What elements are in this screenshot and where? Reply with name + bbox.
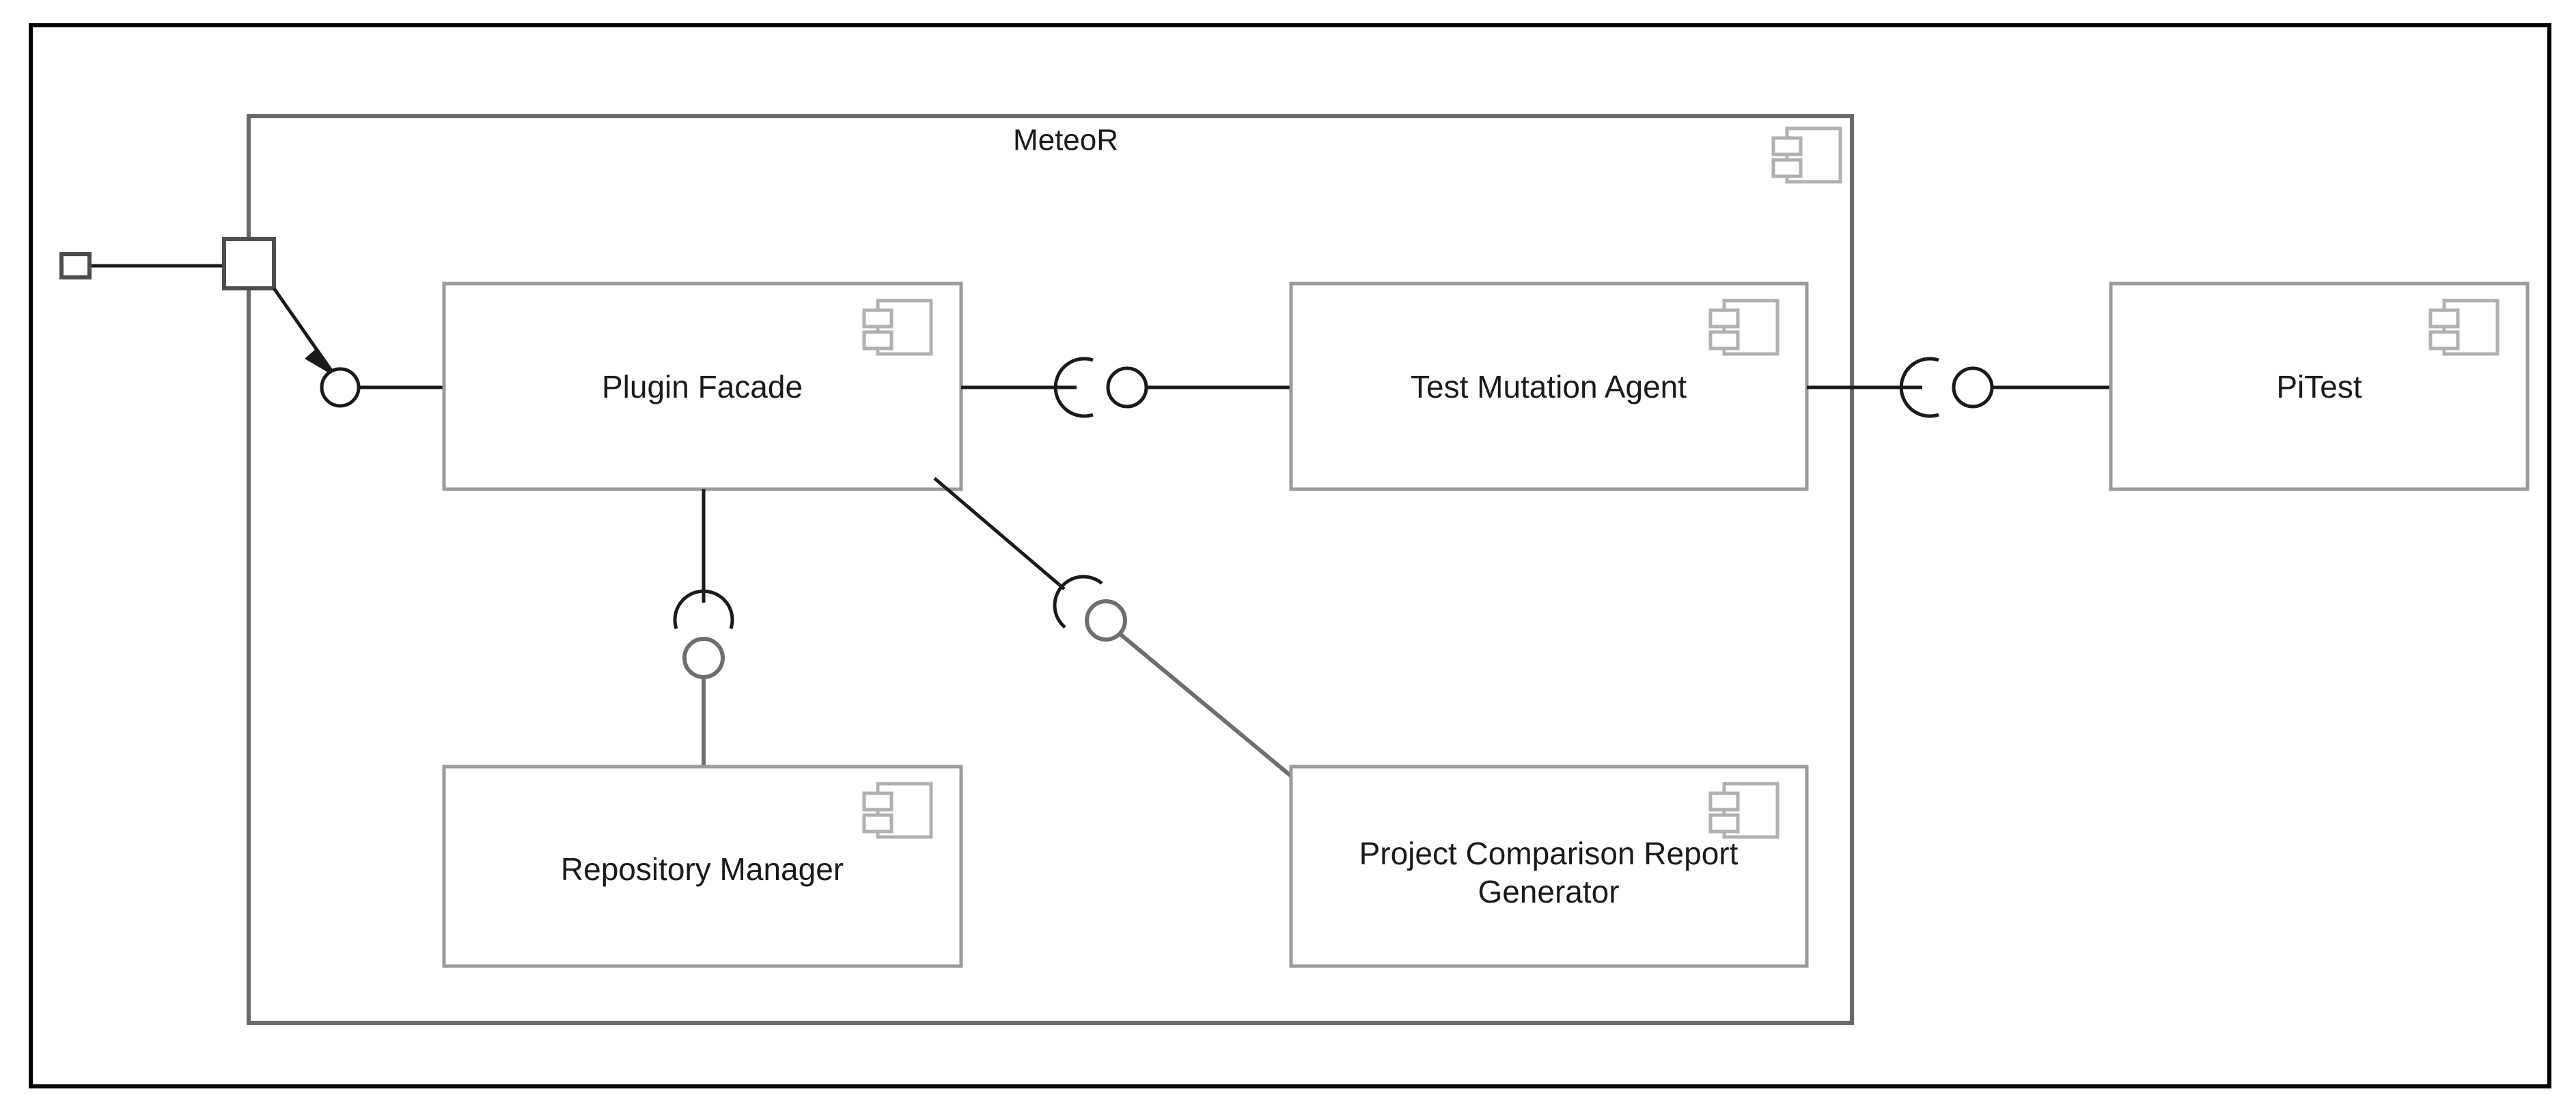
uml-component-diagram: MeteoR Plugin Facade Test Mutation Agent… [0,0,2576,1098]
component-icon [1771,126,1842,184]
interface-ball-3-icon[interactable] [682,637,725,679]
component-pitest[interactable]: PiTest [2109,282,2530,491]
diagram-canvas: MeteoR Plugin Facade Test Mutation Agent… [29,23,2551,1088]
component-test-mutation-agent[interactable]: Test Mutation Agent [1289,282,1809,491]
component-icon [1708,782,1779,839]
component-plugin-facade[interactable]: Plugin Facade [442,282,963,491]
component-project-comparison-report-generator-label-line1: Project Comparison Report [1359,836,1739,871]
component-icon [862,782,933,839]
component-test-mutation-agent-label: Test Mutation Agent [1411,369,1687,404]
package-meteor-label: MeteoR [1013,124,1118,157]
component-icon [862,299,933,356]
meteor-boundary-port[interactable] [222,237,276,290]
connector-port-to-ball[interactable] [272,287,335,374]
component-repository-manager[interactable]: Repository Manager [442,765,963,968]
component-icon [2428,299,2499,356]
component-plugin-facade-label: Plugin Facade [602,369,803,404]
interface-ball-plugin-facade-input[interactable] [320,367,361,408]
interface-ball-4-icon[interactable] [1085,599,1127,642]
external-port-stub[interactable] [59,252,92,279]
component-project-comparison-report-generator-label-line2: Generator [1478,874,1619,909]
component-project-comparison-report-generator[interactable]: Project Comparison Report Generator [1289,765,1809,968]
interface-ball-1-icon[interactable] [1106,366,1148,409]
connector-plugin-facade-to-socket-4[interactable] [933,477,1066,590]
component-icon [1708,299,1779,356]
component-repository-manager-label: Repository Manager [561,851,844,887]
connector-ball-4-to-report-generator[interactable] [1120,633,1316,797]
component-pitest-label: PiTest [2276,369,2362,404]
interface-ball-2-icon[interactable] [1952,366,1994,409]
